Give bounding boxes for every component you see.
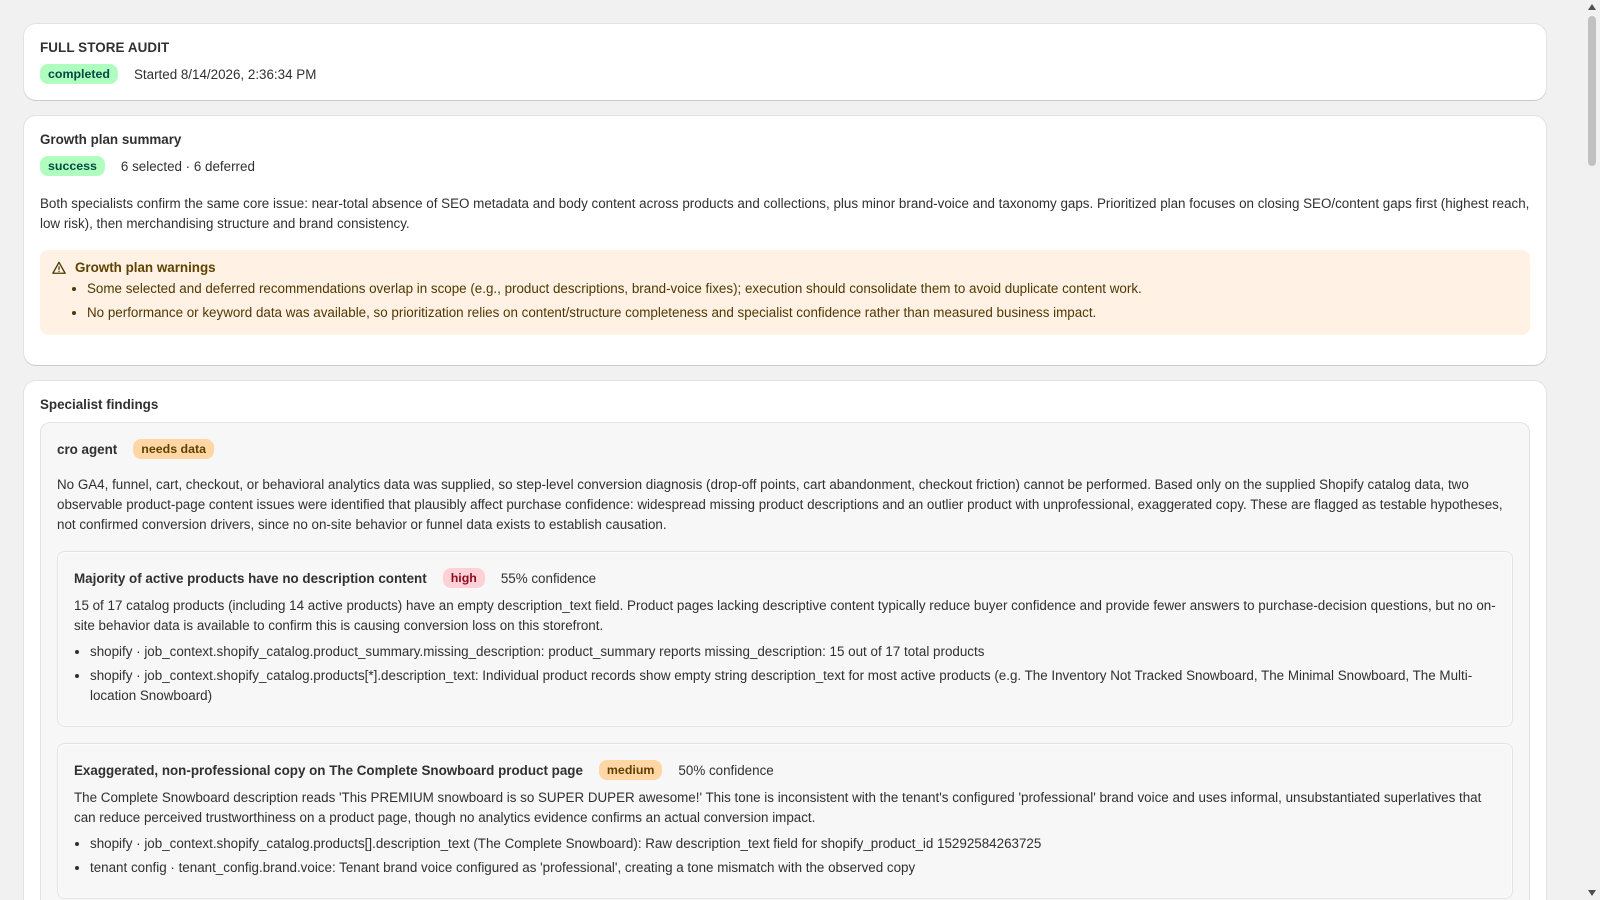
status-badge: completed xyxy=(40,64,118,84)
finding-body: 15 of 17 catalog products (including 14 … xyxy=(74,598,1496,633)
growth-plan-warnings-banner: Growth plan warnings Some selected and d… xyxy=(40,250,1530,335)
evidence-item: tenant config · tenant_config.brand.voic… xyxy=(90,858,1496,878)
started-timestamp: Started 8/14/2026, 2:36:34 PM xyxy=(133,66,317,82)
finding-body: The Complete Snowboard description reads… xyxy=(74,790,1482,825)
confidence-label: 50% confidence xyxy=(678,762,774,778)
warning-item: No performance or keyword data was avail… xyxy=(87,301,1514,325)
severity-badge: medium xyxy=(598,760,663,780)
specialist-findings-card: Specialist findings cro agent needs data… xyxy=(24,381,1546,900)
confidence-label: 55% confidence xyxy=(500,570,597,586)
specialist-findings-title: Specialist findings xyxy=(40,397,159,412)
scroll-down-arrow-icon[interactable] xyxy=(1588,890,1596,896)
warning-item: Some selected and deferred recommendatio… xyxy=(87,277,1514,301)
finding-header: Majority of active products have no desc… xyxy=(74,568,1496,588)
agent-header: cro agent needs data xyxy=(57,439,1513,459)
page: FULL STORE AUDIT completed Started 8/14/… xyxy=(0,0,1584,900)
growth-plan-counts: 6 selected · 6 deferred xyxy=(120,158,255,174)
warnings-list: Some selected and deferred recommendatio… xyxy=(87,277,1514,325)
scrollbar-thumb[interactable] xyxy=(1588,16,1596,166)
audit-title: FULL STORE AUDIT xyxy=(40,40,170,55)
evidence-item: shopify · job_context.shopify_catalog.pr… xyxy=(90,666,1496,706)
growth-plan-summary: Both specialists confirm the same core i… xyxy=(40,196,1530,231)
finding-title: Majority of active products have no desc… xyxy=(74,570,427,586)
evidence-list: shopify · job_context.shopify_catalog.pr… xyxy=(90,834,1496,878)
vertical-scrollbar[interactable] xyxy=(1584,0,1600,900)
warning-icon xyxy=(52,261,66,274)
growth-plan-status-row: success 6 selected · 6 deferred xyxy=(40,156,1530,176)
warnings-title: Growth plan warnings xyxy=(75,260,216,275)
evidence-item: shopify · job_context.shopify_catalog.pr… xyxy=(90,642,1496,662)
growth-plan-card: Growth plan summary success 6 selected ·… xyxy=(24,116,1546,365)
finding-title: Exaggerated, non-professional copy on Th… xyxy=(74,762,583,778)
agent-status-badge: needs data xyxy=(133,439,215,459)
evidence-list: shopify · job_context.shopify_catalog.pr… xyxy=(90,642,1496,706)
agent-name: cro agent xyxy=(57,441,118,457)
agent-panel-cro: cro agent needs data No GA4, funnel, car… xyxy=(40,422,1530,900)
finding-card: Majority of active products have no desc… xyxy=(57,551,1513,727)
growth-plan-title: Growth plan summary xyxy=(40,132,182,147)
scroll-up-arrow-icon[interactable] xyxy=(1588,4,1596,10)
audit-status-row: completed Started 8/14/2026, 2:36:34 PM xyxy=(40,64,1530,84)
audit-header-card: FULL STORE AUDIT completed Started 8/14/… xyxy=(24,24,1546,100)
agent-description: No GA4, funnel, cart, checkout, or behav… xyxy=(57,477,1503,532)
severity-badge: high xyxy=(442,568,485,588)
finding-header: Exaggerated, non-professional copy on Th… xyxy=(74,760,1496,780)
growth-plan-status-badge: success xyxy=(40,156,105,176)
warnings-header: Growth plan warnings xyxy=(52,260,1514,275)
evidence-item: shopify · job_context.shopify_catalog.pr… xyxy=(90,834,1496,854)
finding-card: Exaggerated, non-professional copy on Th… xyxy=(57,743,1513,899)
